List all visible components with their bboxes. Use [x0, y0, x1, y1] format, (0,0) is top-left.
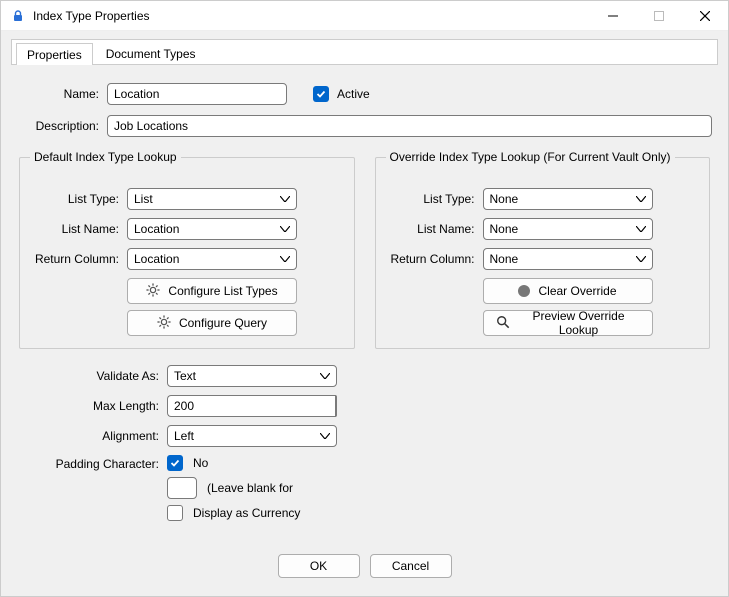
client-area: Properties Document Types Name: Active D…	[1, 31, 728, 596]
list-name-label: List Name:	[388, 222, 483, 236]
tab-properties[interactable]: Properties	[16, 43, 93, 65]
minimize-button[interactable]	[590, 1, 636, 30]
default-lookup-group: Default Index Type Lookup List Type: Lis…	[19, 157, 355, 349]
spinner-buttons[interactable]: ▲ ▼	[335, 395, 337, 417]
tab-document-types[interactable]: Document Types	[95, 42, 207, 64]
clear-override-button[interactable]: Clear Override	[483, 278, 653, 304]
active-label: Active	[337, 87, 370, 101]
list-name-select[interactable]: Location	[127, 218, 297, 240]
name-input[interactable]	[107, 83, 287, 105]
tab-label: Document Types	[106, 47, 196, 61]
description-input[interactable]	[107, 115, 712, 137]
override-lookup-legend: Override Index Type Lookup (For Current …	[386, 150, 675, 164]
list-type-label: List Type:	[388, 192, 483, 206]
button-label: OK	[310, 559, 327, 573]
window: Index Type Properties Properties Documen…	[0, 0, 729, 597]
return-column-label: Return Column:	[32, 252, 127, 266]
list-type-label: List Type:	[32, 192, 127, 206]
validate-as-select[interactable]: Text	[167, 365, 337, 387]
padding-character-input[interactable]	[167, 477, 197, 499]
tabs: Properties Document Types	[11, 39, 718, 65]
close-button[interactable]	[682, 1, 728, 30]
return-column-label: Return Column:	[388, 252, 483, 266]
button-label: Configure Query	[179, 316, 267, 330]
ok-button[interactable]: OK	[278, 554, 360, 578]
gear-icon	[146, 283, 160, 300]
maximize-button[interactable]	[636, 1, 682, 30]
description-label: Description:	[17, 119, 107, 133]
display-currency-checkbox[interactable]	[167, 505, 183, 521]
list-type-select[interactable]: List	[127, 188, 297, 210]
alignment-select[interactable]: Left	[167, 425, 337, 447]
form: Name: Active Description: Default Index …	[11, 65, 718, 546]
max-length-spinner[interactable]: ▲ ▼	[167, 395, 337, 417]
button-label: Clear Override	[538, 284, 616, 298]
dot-icon	[518, 285, 530, 297]
padding-hint: (Leave blank for	[207, 481, 293, 495]
gear-icon	[157, 315, 171, 332]
override-list-name-select[interactable]: None	[483, 218, 653, 240]
window-title: Index Type Properties	[33, 9, 590, 23]
active-checkbox[interactable]	[313, 86, 329, 102]
search-icon	[496, 315, 510, 332]
padding-no-checkbox[interactable]	[167, 455, 183, 471]
cancel-button[interactable]: Cancel	[370, 554, 452, 578]
button-label: Preview Override Lookup	[518, 309, 640, 337]
return-column-select[interactable]: Location	[127, 248, 297, 270]
display-currency-label: Display as Currency	[193, 506, 300, 520]
dialog-buttons: OK Cancel	[11, 546, 718, 586]
button-label: Configure List Types	[168, 284, 277, 298]
max-length-input[interactable]	[167, 395, 335, 417]
validate-as-label: Validate As:	[17, 369, 167, 383]
button-label: Cancel	[392, 559, 429, 573]
lock-icon	[9, 9, 27, 23]
padding-no-label: No	[193, 456, 208, 470]
max-length-label: Max Length:	[17, 399, 167, 413]
name-label: Name:	[17, 87, 107, 101]
titlebar: Index Type Properties	[1, 1, 728, 31]
alignment-label: Alignment:	[17, 429, 167, 443]
window-controls	[590, 1, 728, 30]
tab-label: Properties	[27, 48, 82, 62]
list-name-label: List Name:	[32, 222, 127, 236]
padding-character-label: Padding Character:	[17, 455, 167, 471]
preview-override-button[interactable]: Preview Override Lookup	[483, 310, 653, 336]
default-lookup-legend: Default Index Type Lookup	[30, 150, 181, 164]
override-list-type-select[interactable]: None	[483, 188, 653, 210]
configure-list-types-button[interactable]: Configure List Types	[127, 278, 297, 304]
override-lookup-group: Override Index Type Lookup (For Current …	[375, 157, 711, 349]
configure-query-button[interactable]: Configure Query	[127, 310, 297, 336]
override-return-column-select[interactable]: None	[483, 248, 653, 270]
